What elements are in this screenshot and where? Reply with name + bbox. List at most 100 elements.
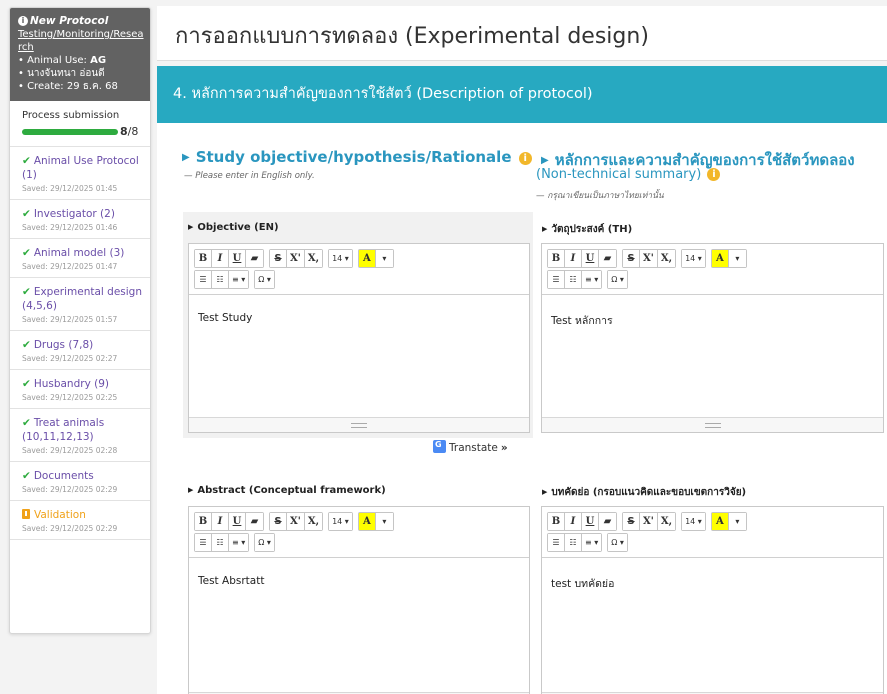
owner-line: • นางจันทนา อ่อนดี <box>18 68 105 79</box>
italic-button[interactable]: I <box>565 513 582 530</box>
color-dropdown-button[interactable]: ▾ <box>375 250 393 267</box>
subscript-button[interactable]: X, <box>657 250 676 267</box>
unordered-list-button[interactable]: ☰ <box>195 271 212 288</box>
editor-text-area[interactable]: test บทคัดย่อ <box>542 562 883 693</box>
sidebar-step[interactable]: ✔ Animal model (3) Saved: 29/12/2025 01:47 <box>10 239 150 278</box>
protocol-type-link[interactable]: Testing/Monitoring/Research <box>18 28 144 54</box>
special-char-dropdown[interactable]: Ω ▾ <box>255 271 274 288</box>
clear-format-button[interactable]: ▰ <box>599 513 616 530</box>
clear-format-button[interactable]: ▰ <box>246 250 263 267</box>
sidebar-step[interactable]: ✔ Husbandry (9) Saved: 29/12/2025 02:25 <box>10 370 150 409</box>
font-size-dropdown[interactable]: 14 ▾ <box>682 513 705 530</box>
align-dropdown[interactable]: ≡ ▾ <box>582 271 602 288</box>
check-icon: ✔ <box>22 339 31 351</box>
objective-th-label: ▶ วัตถุประสงค์ (TH) <box>542 222 632 237</box>
underline-button[interactable]: U <box>229 250 246 267</box>
superscript-button[interactable]: X' <box>287 250 305 267</box>
objective-label-text: Objective (EN) <box>197 222 279 233</box>
info-icon[interactable]: i <box>707 168 721 181</box>
align-dropdown[interactable]: ≡ ▾ <box>229 271 249 288</box>
strikethrough-button[interactable]: S <box>623 250 640 267</box>
translate-label: Transtate <box>449 442 498 454</box>
color-dropdown-button[interactable]: ▾ <box>375 513 393 530</box>
font-size-dropdown[interactable]: 14 ▾ <box>682 250 705 267</box>
sidebar-step[interactable]: ✔ Investigator (2) Saved: 29/12/2025 01:46 <box>10 200 150 239</box>
align-dropdown[interactable]: ≡ ▾ <box>582 534 602 551</box>
bold-button[interactable]: B <box>195 513 212 530</box>
translate-button[interactable]: Transtate» <box>433 440 508 454</box>
objective-th-editor[interactable]: B I U ▰ S X' X, 14 ▾ A ▾ ☰ ☷ ≡ ▾ Ω ▾ Test หลักการ <box>541 243 884 433</box>
sidebar-step-saved: Saved: 29/12/2025 01:57 <box>22 315 118 324</box>
sidebar-step-saved: Saved: 29/12/2025 02:25 <box>22 393 118 402</box>
sidebar-step-label: ✔ Animal Use Protocol (1) <box>22 154 142 182</box>
italic-button[interactable]: I <box>212 513 229 530</box>
color-dropdown-button[interactable]: ▾ <box>728 250 746 267</box>
italic-button[interactable]: I <box>565 250 582 267</box>
bold-button[interactable]: B <box>548 513 565 530</box>
sidebar-step[interactable]: ✔ Documents Saved: 29/12/2025 02:29 <box>10 462 150 501</box>
superscript-button[interactable]: X' <box>640 250 658 267</box>
unordered-list-button[interactable]: ☰ <box>195 534 212 551</box>
abstract-label: ▶ Abstract (Conceptual framework) <box>188 485 386 496</box>
editor-text-area[interactable]: Test Study <box>189 299 529 418</box>
sidebar-step[interactable]: Validation Saved: 29/12/2025 02:29 <box>10 501 150 540</box>
bold-button[interactable]: B <box>548 250 565 267</box>
sidebar-step-saved: Saved: 29/12/2025 01:45 <box>22 184 118 193</box>
highlight-color-button[interactable]: A <box>358 513 376 530</box>
editor-resize-bar[interactable] <box>189 417 529 432</box>
ordered-list-button[interactable]: ☷ <box>212 271 229 288</box>
sidebar-step-saved: Saved: 29/12/2025 02:29 <box>22 485 118 494</box>
protocol-title: i New Protocol <box>18 15 144 28</box>
ordered-list-button[interactable]: ☷ <box>565 534 582 551</box>
strikethrough-button[interactable]: S <box>270 250 287 267</box>
check-icon: ✔ <box>22 286 31 298</box>
highlight-color-button[interactable]: A <box>711 250 729 267</box>
objective-editor[interactable]: B I U ▰ S X' X, 14 ▾ A ▾ ☰ ☷ ≡ ▾ Ω ▾ Test Study <box>188 243 530 433</box>
align-dropdown[interactable]: ≡ ▾ <box>229 534 249 551</box>
sidebar-step[interactable]: ✔ Animal Use Protocol (1) Saved: 29/12/202… <box>10 147 150 200</box>
superscript-button[interactable]: X' <box>640 513 658 530</box>
editor-text-area[interactable]: Test Absrtatt <box>189 562 529 693</box>
subscript-button[interactable]: X, <box>304 250 323 267</box>
abstract-label-text: Abstract (Conceptual framework) <box>197 485 386 496</box>
underline-button[interactable]: U <box>229 513 246 530</box>
abstract-th-editor[interactable]: B I U ▰ S X' X, 14 ▾ A ▾ ☰ ☷ ≡ ▾ Ω ▾ test บทคัดย่อ <box>541 506 884 694</box>
ordered-list-button[interactable]: ☷ <box>565 271 582 288</box>
editor-resize-bar[interactable] <box>542 417 883 432</box>
color-dropdown-button[interactable]: ▾ <box>728 513 746 530</box>
highlight-color-button[interactable]: A <box>358 250 376 267</box>
highlight-color-button[interactable]: A <box>711 513 729 530</box>
resize-grip-icon[interactable] <box>351 423 367 428</box>
info-icon[interactable]: i <box>518 152 532 165</box>
unordered-list-button[interactable]: ☰ <box>548 534 565 551</box>
abstract-editor[interactable]: B I U ▰ S X' X, 14 ▾ A ▾ ☰ ☷ ≡ ▾ Ω ▾ Test Absrtatt <box>188 506 530 694</box>
clear-format-button[interactable]: ▰ <box>599 250 616 267</box>
clear-format-button[interactable]: ▰ <box>246 513 263 530</box>
underline-button[interactable]: U <box>582 250 599 267</box>
sidebar-step-text: Documents <box>33 470 94 482</box>
italic-button[interactable]: I <box>212 250 229 267</box>
double-chevron-right-icon: » <box>500 442 508 454</box>
font-size-dropdown[interactable]: 14 ▾ <box>329 250 352 267</box>
strikethrough-button[interactable]: S <box>270 513 287 530</box>
sidebar-step[interactable]: ✔ Drugs (7,8) Saved: 29/12/2025 02:27 <box>10 331 150 370</box>
main-content: การออกแบบการทดลอง (Experimental design) … <box>157 0 887 694</box>
ordered-list-button[interactable]: ☷ <box>212 534 229 551</box>
resize-grip-icon[interactable] <box>704 423 721 428</box>
sidebar-step[interactable]: ✔ Treat animals (10,11,12,13) Saved: 29/12… <box>10 409 150 462</box>
special-char-dropdown[interactable]: Ω ▾ <box>255 534 274 551</box>
underline-button[interactable]: U <box>582 513 599 530</box>
bold-button[interactable]: B <box>195 250 212 267</box>
special-char-dropdown[interactable]: Ω ▾ <box>608 534 627 551</box>
unordered-list-button[interactable]: ☰ <box>548 271 565 288</box>
editor-text-area[interactable]: Test หลักการ <box>542 299 883 418</box>
superscript-button[interactable]: X' <box>287 513 305 530</box>
sidebar-step[interactable]: ✔ Experimental design (4,5,6) Saved: 29/12… <box>10 278 150 331</box>
font-size-dropdown[interactable]: 14 ▾ <box>329 513 352 530</box>
special-char-dropdown[interactable]: Ω ▾ <box>608 271 627 288</box>
page-title: การออกแบบการทดลอง (Experimental design) <box>175 24 649 49</box>
subscript-button[interactable]: X, <box>657 513 676 530</box>
process-progress-bar <box>22 128 118 135</box>
strikethrough-button[interactable]: S <box>623 513 640 530</box>
subscript-button[interactable]: X, <box>304 513 323 530</box>
